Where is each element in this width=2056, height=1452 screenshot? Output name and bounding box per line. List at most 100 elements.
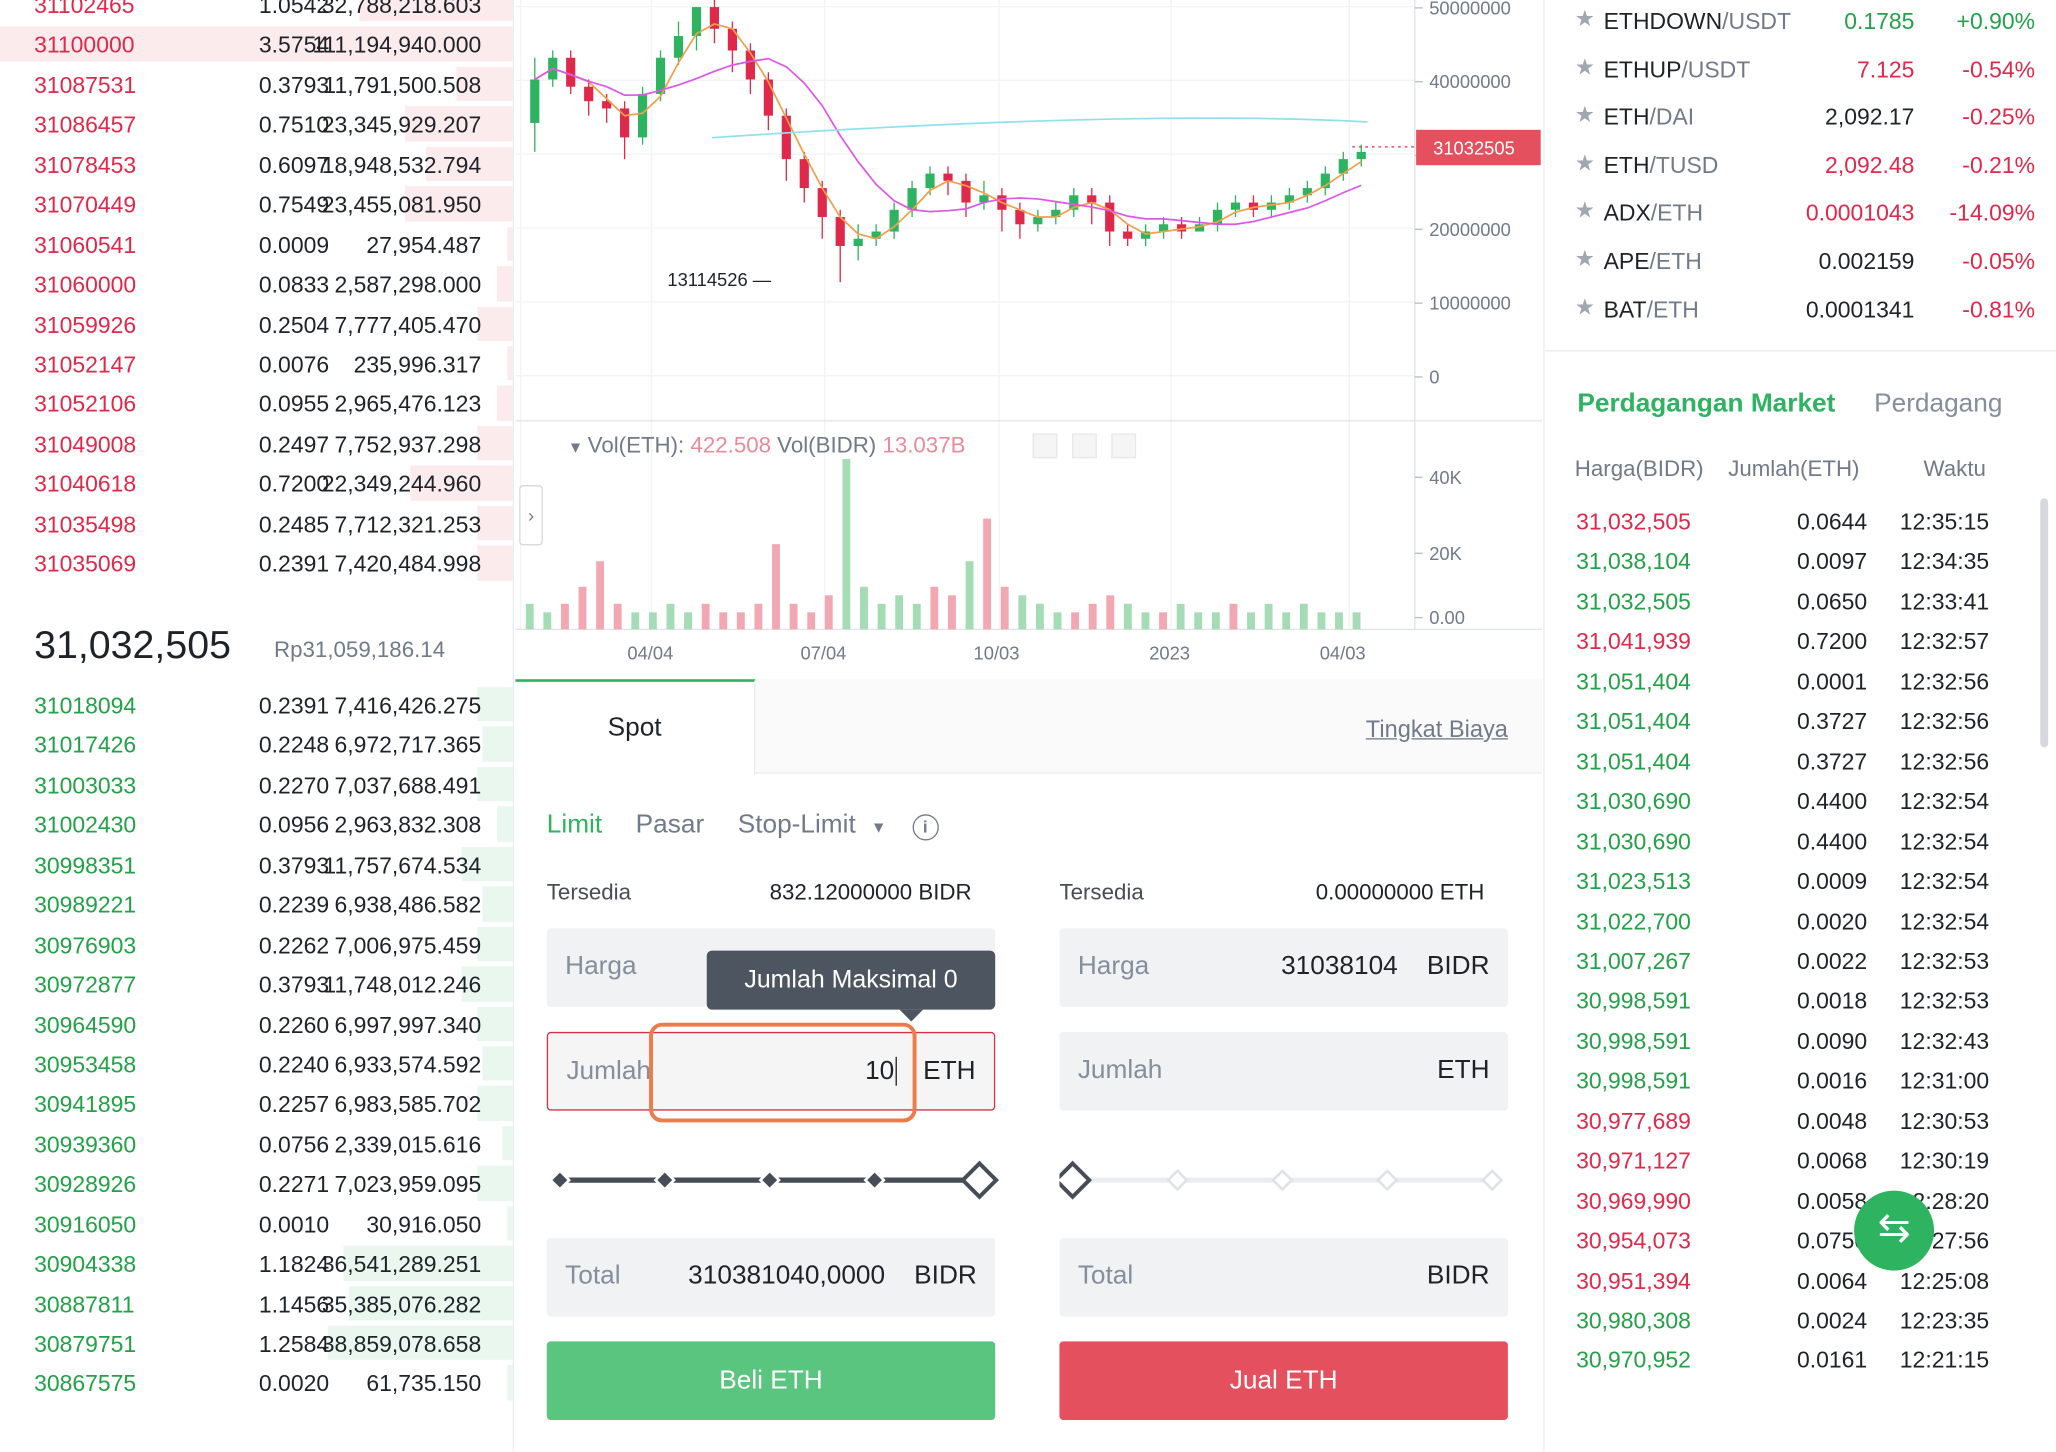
eye-icon[interactable] <box>1032 433 1058 459</box>
slider-step[interactable] <box>1166 1168 1189 1192</box>
order-book-row[interactable]: 31100000 3.5754 111,194,940.000 <box>0 24 513 64</box>
order-book-row[interactable]: 31059926 0.2504 7,777,405.470 <box>0 304 513 344</box>
tab-limit[interactable]: Limit <box>547 810 602 839</box>
pair-name: APE/ETH <box>1604 248 1702 276</box>
price-axis-tick: 0 <box>1429 367 1439 388</box>
market-pair-row[interactable]: ★ ETH/TUSD 2,092.48 -0.21% <box>1545 141 2056 188</box>
order-book-row[interactable]: 31002430 0.0956 2,963,832.308 <box>0 804 513 844</box>
order-book-row[interactable]: 30879751 1.2584 38,859,078.658 <box>0 1323 513 1363</box>
star-icon[interactable]: ★ <box>1575 199 1595 225</box>
order-book-row[interactable]: 30867575 0.0020 61,735.150 <box>0 1363 513 1403</box>
market-pair-row[interactable]: ★ APE/ETH 0.002159 -0.05% <box>1545 237 2056 284</box>
slider-step[interactable] <box>1376 1168 1399 1192</box>
tab-market[interactable]: Pasar <box>636 810 705 839</box>
buy-total-field[interactable]: Total 310381040,0000 BIDR <box>546 1237 996 1317</box>
buy-eth-button[interactable]: Beli ETH <box>546 1341 996 1421</box>
chevron-down-icon[interactable]: ▼ <box>871 818 887 836</box>
market-pair-row[interactable]: ★ ETHDOWN/USDT 0.1785 +0.90% <box>1545 0 2056 45</box>
settings-icon[interactable] <box>1071 433 1097 459</box>
slider-step[interactable] <box>653 1168 676 1192</box>
right-panel: ★ ETHDOWN/USDT 0.1785 +0.90% ★ ETHUP/USDT 7.12… <box>1543 0 2056 1452</box>
market-pair-row[interactable]: ★ ETHUP/USDT 7.125 -0.54% <box>1545 45 2056 92</box>
order-book-row[interactable]: 31035498 0.2485 7,712,321.253 <box>0 503 513 543</box>
star-icon[interactable]: ★ <box>1575 7 1595 33</box>
pair-change: -0.25% <box>1962 103 2036 131</box>
market-pair-row[interactable]: ★ BAT/ETH 0.0001341 -0.81% <box>1545 285 2056 332</box>
info-icon[interactable]: i <box>912 814 939 841</box>
chart-expand-toggle[interactable]: › <box>519 485 543 546</box>
order-book-row[interactable]: 30953458 0.2240 6,933,574.592 <box>0 1044 513 1084</box>
order-book-row[interactable]: 30928926 0.2271 7,023,959.095 <box>0 1163 513 1203</box>
sell-amount-field[interactable]: Jumlah ETH <box>1059 1031 1508 1111</box>
order-book-row[interactable]: 30887811 1.1456 35,385,076.282 <box>0 1283 513 1323</box>
order-book-row[interactable]: 30998351 0.3793 11,757,674.534 <box>0 844 513 884</box>
order-book-row[interactable]: 30916050 0.0010 30,916.050 <box>0 1203 513 1243</box>
slider-handle[interactable] <box>960 1160 999 1200</box>
trade-price: 31,041,939 <box>1576 628 1691 655</box>
order-total: 6,972,717.365 <box>334 732 482 759</box>
order-book-row[interactable]: 30989221 0.2239 6,938,486.582 <box>0 884 513 924</box>
depth-bar <box>476 1086 513 1121</box>
order-book-row[interactable]: 30939360 0.0756 2,339,015.616 <box>0 1123 513 1163</box>
fee-link[interactable]: Tingkat Biaya <box>1366 716 1508 744</box>
order-book-row[interactable]: 31060541 0.0009 27,954.487 <box>0 224 513 264</box>
order-book-row[interactable]: 31060000 0.0833 2,587,298.000 <box>0 264 513 304</box>
star-icon[interactable]: ★ <box>1575 103 1595 129</box>
order-total: 7,416,426.275 <box>334 692 482 719</box>
sell-eth-button[interactable]: Jual ETH <box>1059 1341 1508 1421</box>
sell-price-field[interactable]: Harga 31038104 BIDR <box>1059 928 1508 1008</box>
order-book-row[interactable]: 30941895 0.2257 6,983,585.702 <box>0 1084 513 1124</box>
volume-axis-tick: 20K <box>1429 543 1462 564</box>
trades-scrollbar[interactable] <box>2040 498 2049 748</box>
order-book-row[interactable]: 31086457 0.7510 23,345,929.207 <box>0 104 513 144</box>
trade-price: 31,051,404 <box>1576 708 1691 735</box>
order-book-row[interactable]: 31018094 0.2391 7,416,426.275 <box>0 684 513 724</box>
order-book-row[interactable]: 30964590 0.2260 6,997,997.340 <box>0 1004 513 1044</box>
star-icon[interactable]: ★ <box>1575 151 1595 177</box>
trade-amount: 0.4400 <box>1796 788 1868 815</box>
tab-market-trades[interactable]: Perdagangan Market <box>1577 389 1835 418</box>
order-book-row[interactable]: 31003033 0.2270 7,037,688.491 <box>0 764 513 804</box>
order-book-row[interactable]: 30972877 0.3793 11,748,012.246 <box>0 964 513 1004</box>
order-book-row[interactable]: 31035069 0.2391 7,420,484.998 <box>0 543 513 583</box>
slider-handle[interactable] <box>1059 1160 1093 1200</box>
order-amount: 0.0020 <box>258 1370 330 1398</box>
order-book-row[interactable]: 31040618 0.7200 22,349,244.960 <box>0 463 513 503</box>
slider-step[interactable] <box>1481 1168 1504 1192</box>
order-book-row[interactable]: 31052106 0.0955 2,965,476.123 <box>0 383 513 423</box>
star-icon[interactable]: ★ <box>1575 55 1595 81</box>
price-chart[interactable]: 5000000040000000300000002000000010000000… <box>515 0 1542 679</box>
order-book-row[interactable]: 31087531 0.3793 11,791,500.508 <box>0 64 513 104</box>
order-book-row[interactable]: 31049008 0.2497 7,752,937.298 <box>0 423 513 463</box>
tab-my-trades[interactable]: Perdagang <box>1874 389 2002 418</box>
order-book-row[interactable]: 30976903 0.2262 7,006,975.459 <box>0 924 513 964</box>
market-pair-row[interactable]: ★ ETH/DAI 2,092.17 -0.25% <box>1545 93 2056 140</box>
trade-price: 30,977,689 <box>1576 1107 1691 1134</box>
order-book-row[interactable]: 31078453 0.6097 18,948,532.794 <box>0 144 513 184</box>
order-book-row[interactable]: 31102465 1.0542 32,788,218.603 <box>0 0 513 24</box>
sell-total-field[interactable]: Total BIDR <box>1059 1237 1508 1317</box>
trade-price: 30,998,591 <box>1576 987 1691 1015</box>
tab-spot[interactable]: Spot <box>515 679 756 775</box>
buy-available-value: 832.12000000 BIDR <box>769 879 972 905</box>
tab-stop-limit[interactable]: Stop-Limit <box>738 810 856 839</box>
slider-step[interactable] <box>548 1168 572 1192</box>
sell-price-input[interactable]: 31038104 <box>1281 952 1398 982</box>
order-book-row[interactable]: 31070449 0.7549 23,455,081.950 <box>0 184 513 224</box>
sell-percent-slider[interactable] <box>1059 1156 1518 1203</box>
slider-step[interactable] <box>758 1168 781 1192</box>
buy-percent-slider[interactable] <box>547 1156 1006 1203</box>
swap-icon[interactable]: ⇆ <box>1854 1190 1935 1271</box>
star-icon[interactable]: ★ <box>1575 294 1595 320</box>
order-book-row[interactable]: 30904338 1.1824 36,541,289.251 <box>0 1243 513 1283</box>
slider-step[interactable] <box>863 1168 886 1192</box>
slider-step[interactable] <box>1271 1168 1294 1192</box>
order-book-row[interactable]: 31017426 0.2248 6,972,717.365 <box>0 724 513 764</box>
order-amount: 0.2239 <box>258 891 330 919</box>
order-book-row[interactable]: 31052147 0.0076 235,996.317 <box>0 343 513 383</box>
volume-axis-tick: 0.00 <box>1429 607 1465 628</box>
star-icon[interactable]: ★ <box>1575 247 1595 273</box>
buy-total-value[interactable]: 310381040,0000 <box>688 1261 885 1291</box>
close-icon[interactable] <box>1111 433 1137 459</box>
market-pair-row[interactable]: ★ ADX/ETH 0.0001043 -14.09% <box>1545 189 2056 236</box>
